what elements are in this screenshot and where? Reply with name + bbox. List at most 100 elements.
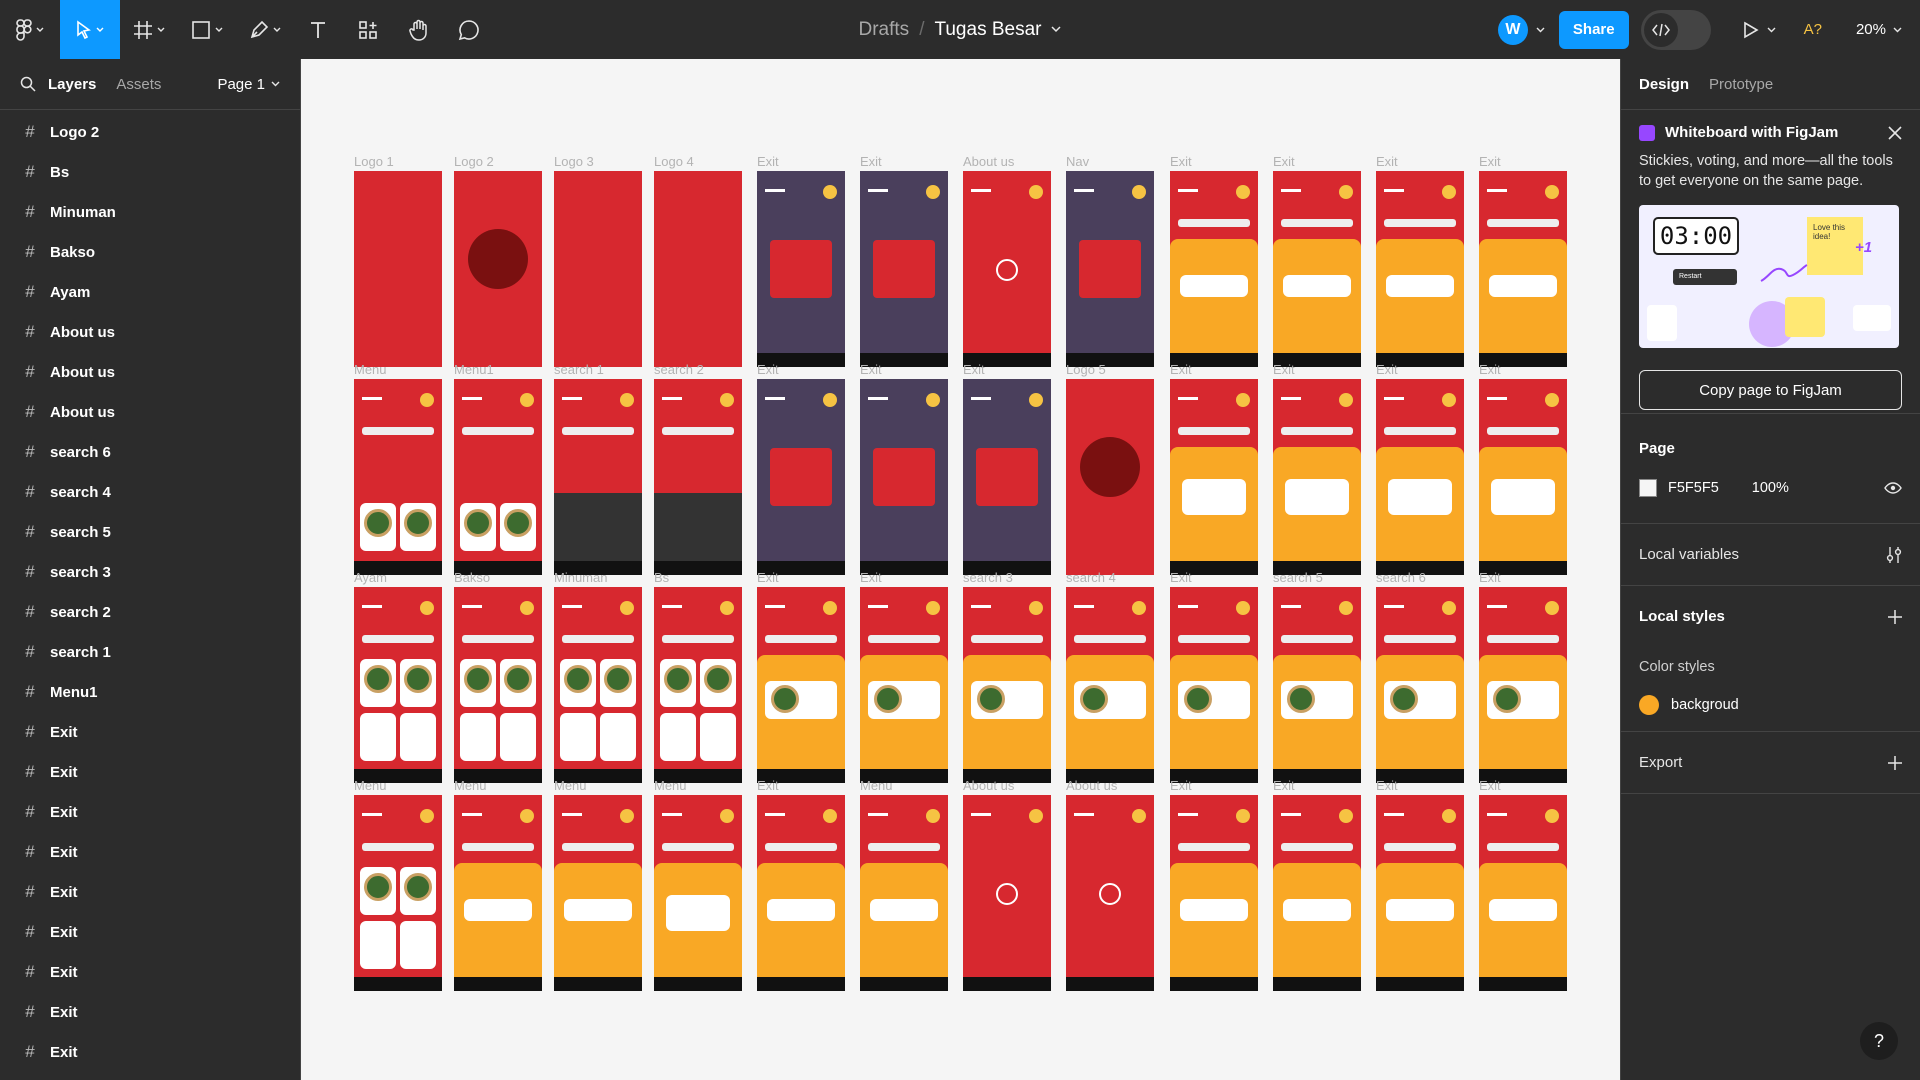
frame-label[interactable]: Menu: [354, 362, 387, 377]
frame-label[interactable]: Menu: [354, 778, 387, 793]
tab-assets[interactable]: Assets: [116, 76, 161, 93]
layer-item[interactable]: # Exit: [0, 992, 300, 1032]
frame-label[interactable]: Logo 3: [554, 154, 594, 169]
frame-thumbnail[interactable]: [1066, 795, 1154, 991]
frame-label[interactable]: Exit: [1170, 154, 1192, 169]
frame-label[interactable]: Logo 1: [354, 154, 394, 169]
layer-item[interactable]: # Exit: [0, 912, 300, 952]
frame-thumbnail[interactable]: [354, 587, 442, 783]
frame-label[interactable]: About us: [963, 778, 1014, 793]
frame-label[interactable]: Exit: [1170, 570, 1192, 585]
frame-thumbnail[interactable]: [963, 587, 1051, 783]
frame-thumbnail[interactable]: [1170, 587, 1258, 783]
frame-thumbnail[interactable]: [654, 795, 742, 991]
present-button[interactable]: [1743, 21, 1776, 39]
frame-label[interactable]: Exit: [963, 362, 985, 377]
layer-item[interactable]: # Exit: [0, 1032, 300, 1072]
add-style-icon[interactable]: [1888, 609, 1902, 624]
frame-label[interactable]: Exit: [1479, 778, 1501, 793]
frame-thumbnail[interactable]: [654, 379, 742, 575]
frame-thumbnail[interactable]: [454, 171, 542, 367]
zoom-menu[interactable]: 20%: [1856, 21, 1902, 38]
frame-label[interactable]: Exit: [1170, 778, 1192, 793]
frame-label[interactable]: Exit: [1376, 362, 1398, 377]
resources-tool-button[interactable]: [342, 0, 394, 59]
add-export-icon[interactable]: [1888, 755, 1902, 770]
frame-label[interactable]: Exit: [1376, 154, 1398, 169]
pen-tool-button[interactable]: [236, 0, 294, 59]
frame-label[interactable]: search 6: [1376, 570, 1426, 585]
move-tool-button[interactable]: [60, 0, 120, 59]
frame-thumbnail[interactable]: [1066, 587, 1154, 783]
hand-tool-button[interactable]: [394, 0, 444, 59]
frame-label[interactable]: Exit: [1376, 778, 1398, 793]
layer-item[interactable]: # Minuman: [0, 192, 300, 232]
main-menu-button[interactable]: [0, 0, 60, 59]
frame-label[interactable]: Exit: [757, 778, 779, 793]
layer-item[interactable]: # Ayam: [0, 272, 300, 312]
frame-label[interactable]: Ayam: [354, 570, 387, 585]
frame-thumbnail[interactable]: [1479, 379, 1567, 575]
file-name[interactable]: Tugas Besar: [934, 19, 1041, 41]
text-tool-button[interactable]: [294, 0, 342, 59]
chevron-down-icon[interactable]: [1051, 26, 1062, 33]
close-icon[interactable]: [1888, 125, 1902, 140]
tab-layers[interactable]: Layers: [48, 76, 96, 93]
frame-thumbnail[interactable]: [963, 379, 1051, 575]
frame-thumbnail[interactable]: [1273, 379, 1361, 575]
layer-item[interactable]: # Exit: [0, 832, 300, 872]
frame-thumbnail[interactable]: [1273, 171, 1361, 367]
frame-label[interactable]: search 4: [1066, 570, 1116, 585]
ai-label[interactable]: A?: [1804, 21, 1822, 38]
frame-thumbnail[interactable]: [354, 171, 442, 367]
frame-label[interactable]: Menu: [454, 778, 487, 793]
frame-label[interactable]: Bs: [654, 570, 669, 585]
frame-label[interactable]: Exit: [757, 154, 779, 169]
layer-item[interactable]: # About us: [0, 312, 300, 352]
frame-label[interactable]: Nav: [1066, 154, 1089, 169]
help-button[interactable]: ?: [1860, 1022, 1898, 1060]
frame-thumbnail[interactable]: [963, 171, 1051, 367]
variables-settings-icon[interactable]: [1886, 546, 1902, 564]
frame-thumbnail[interactable]: [354, 795, 442, 991]
layer-item[interactable]: # search 1: [0, 632, 300, 672]
design-canvas[interactable]: Logo 1 Logo 2 Logo 3 Logo 4 Exit Exit About us…: [302, 59, 1619, 1080]
layer-item[interactable]: # Exit: [0, 752, 300, 792]
layer-item[interactable]: # Exit: [0, 712, 300, 752]
frame-label[interactable]: Menu: [860, 778, 893, 793]
frame-tool-button[interactable]: [120, 0, 178, 59]
page-opacity[interactable]: 100%: [1752, 480, 1789, 496]
frame-thumbnail[interactable]: [1376, 379, 1464, 575]
layer-item[interactable]: # search 6: [0, 432, 300, 472]
color-style-item[interactable]: backgroud: [1639, 695, 1902, 715]
frame-thumbnail[interactable]: [454, 379, 542, 575]
frame-label[interactable]: Exit: [860, 570, 882, 585]
frame-thumbnail[interactable]: [1170, 171, 1258, 367]
frame-thumbnail[interactable]: [654, 587, 742, 783]
multiplayer-avatar-group[interactable]: W: [1497, 14, 1545, 45]
avatar[interactable]: W: [1497, 14, 1528, 45]
frame-thumbnail[interactable]: [1479, 587, 1567, 783]
frame-thumbnail[interactable]: [860, 795, 948, 991]
frame-thumbnail[interactable]: [860, 587, 948, 783]
frame-label[interactable]: Exit: [1479, 362, 1501, 377]
frame-thumbnail[interactable]: [1066, 171, 1154, 367]
frame-thumbnail[interactable]: [963, 795, 1051, 991]
frame-label[interactable]: Logo 5: [1066, 362, 1106, 377]
layer-item[interactable]: # Bs: [0, 152, 300, 192]
frame-label[interactable]: Bakso: [454, 570, 490, 585]
frame-label[interactable]: Menu: [554, 778, 587, 793]
frame-thumbnail[interactable]: [1376, 795, 1464, 991]
frame-label[interactable]: Exit: [757, 362, 779, 377]
frame-label[interactable]: Exit: [860, 362, 882, 377]
frame-thumbnail[interactable]: [554, 171, 642, 367]
local-variables-section[interactable]: Local variables: [1621, 524, 1920, 586]
layer-item[interactable]: # Menu1: [0, 672, 300, 712]
frame-label[interactable]: Menu: [654, 778, 687, 793]
layer-item[interactable]: # Exit: [0, 792, 300, 832]
copy-page-to-figjam-button[interactable]: Copy page to FigJam: [1639, 370, 1902, 410]
page-color-swatch[interactable]: [1639, 479, 1657, 497]
frame-label[interactable]: Exit: [1479, 570, 1501, 585]
frame-label[interactable]: search 2: [654, 362, 704, 377]
frame-thumbnail[interactable]: [1170, 379, 1258, 575]
